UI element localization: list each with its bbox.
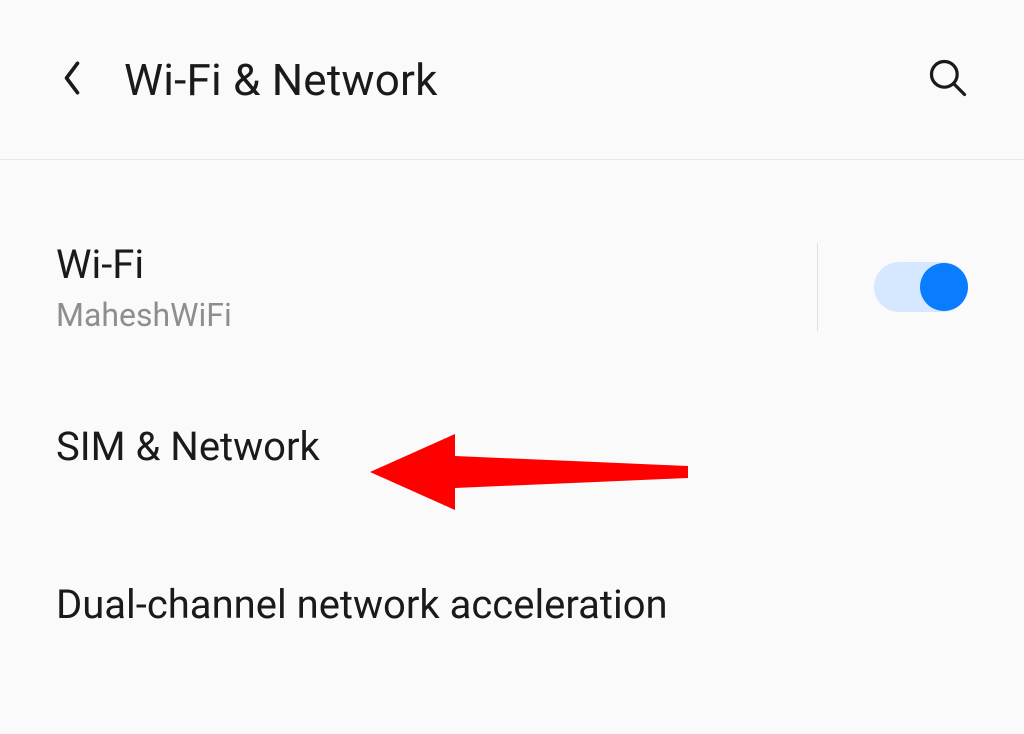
sim-row-text: SIM & Network [56, 422, 968, 472]
search-button[interactable] [920, 52, 976, 108]
back-button[interactable] [48, 56, 96, 104]
wifi-subtitle: MaheshWiFi [56, 296, 817, 334]
toggle-knob [920, 263, 968, 311]
dual-row-text: Dual-channel network acceleration [56, 580, 968, 630]
wifi-title: Wi-Fi [56, 240, 817, 290]
wifi-row[interactable]: Wi-Fi MaheshWiFi [0, 210, 1024, 364]
wifi-row-text: Wi-Fi MaheshWiFi [56, 240, 817, 334]
header-bar: Wi-Fi & Network [0, 0, 1024, 160]
sim-title: SIM & Network [56, 422, 968, 472]
sim-network-row[interactable]: SIM & Network [0, 392, 1024, 502]
dual-title: Dual-channel network acceleration [56, 580, 968, 630]
dual-channel-row[interactable]: Dual-channel network acceleration [0, 550, 1024, 660]
page-title: Wi-Fi & Network [124, 54, 920, 106]
wifi-toggle[interactable] [874, 262, 968, 312]
settings-list: Wi-Fi MaheshWiFi SIM & Network Dual-chan… [0, 160, 1024, 660]
wifi-toggle-area [817, 243, 968, 331]
search-icon [926, 56, 970, 104]
chevron-left-icon [61, 59, 83, 101]
